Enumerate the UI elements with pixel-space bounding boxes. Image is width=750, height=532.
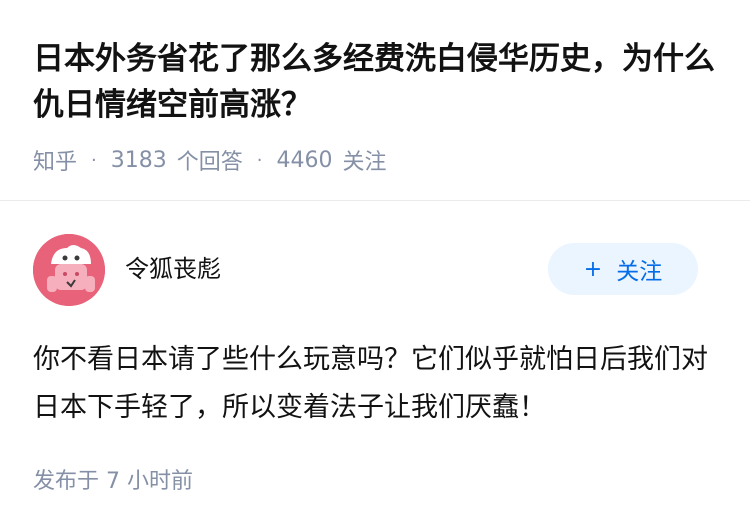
- published-time: 发布于 7 小时前: [33, 469, 193, 494]
- source-label[interactable]: 知乎: [33, 144, 77, 176]
- question-title[interactable]: 日本外务省花了那么多经费洗白侵华历史，为什么仇日情绪空前高涨？: [33, 36, 723, 128]
- follower-count: 4460: [276, 147, 333, 173]
- follow-button[interactable]: + 关注: [548, 243, 698, 295]
- plus-icon: +: [583, 256, 603, 282]
- avatar[interactable]: [33, 234, 105, 306]
- answer-count-label: 个回答: [176, 150, 243, 175]
- separator-dot: ·: [256, 149, 263, 171]
- follow-button-label: 关注: [616, 259, 663, 285]
- answer-count: 3183: [110, 147, 167, 173]
- follower-count-label: 关注: [342, 150, 387, 175]
- answer-author: 令狐丧彪 + 关注: [33, 234, 698, 306]
- author-name[interactable]: 令狐丧彪: [125, 252, 221, 286]
- question-header: 日本外务省花了那么多经费洗白侵华历史，为什么仇日情绪空前高涨？ 知乎 · 318…: [0, 0, 750, 201]
- cartoon-avatar-icon: [33, 234, 105, 306]
- answer-content[interactable]: 你不看日本请了些什么玩意吗？它们似乎就怕日后我们对日本下手轻了，所以变着法子让我…: [33, 336, 723, 432]
- question-meta: 知乎 · 3183 个回答 · 4460 关注: [33, 143, 387, 177]
- separator-dot: ·: [91, 149, 97, 171]
